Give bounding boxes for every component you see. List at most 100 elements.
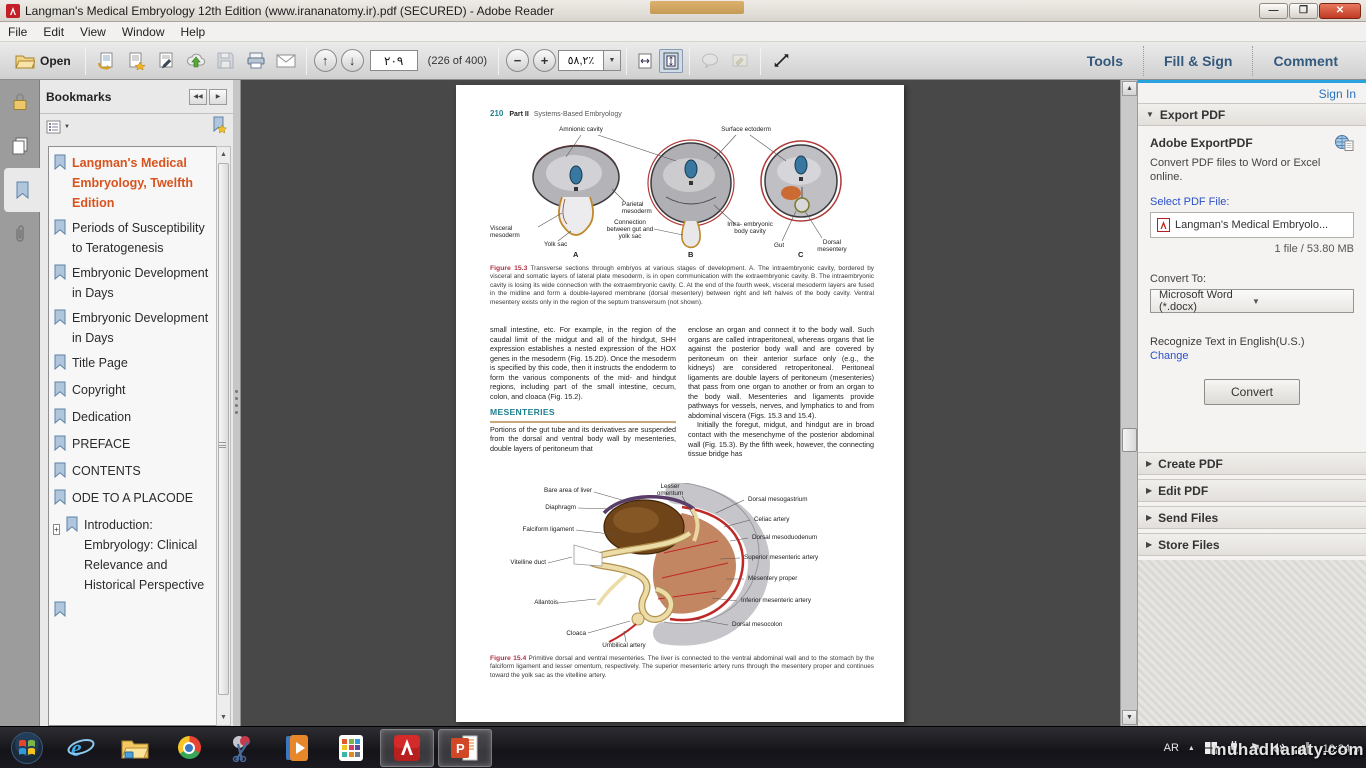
share-document-button[interactable] — [93, 48, 119, 74]
pages-panel-tab[interactable] — [0, 124, 40, 168]
scroll-up-icon[interactable]: ▲ — [217, 148, 230, 161]
bookmark-item[interactable]: Periods of Susceptibility to Teratogenes… — [53, 218, 212, 258]
folder-icon — [121, 737, 149, 759]
taskbar-powerpoint[interactable]: P — [438, 729, 492, 767]
scroll-up-icon[interactable]: ▲ — [1122, 81, 1137, 96]
fit-width-button[interactable] — [633, 49, 657, 73]
scroll-down-icon[interactable]: ▼ — [1122, 710, 1137, 725]
bookmark-label: ODE TO A PLACODE — [72, 488, 193, 510]
show-hidden-icons-button[interactable]: ▲ — [1188, 745, 1195, 752]
zoom-level-value[interactable]: ٥٨,٢٪ — [558, 50, 604, 71]
comment-bubble-button[interactable] — [697, 48, 723, 74]
convert-button[interactable]: Convert — [1204, 379, 1300, 405]
panel-letter: A — [573, 251, 578, 258]
figure-label: Umbilical artery — [590, 642, 658, 649]
next-page-button[interactable]: ↓ — [341, 49, 364, 72]
bookmarks-list: Langman's Medical Embryology, Twelfth Ed… — [48, 146, 231, 726]
highlight-button[interactable] — [727, 48, 753, 74]
open-button[interactable]: Open — [6, 50, 80, 72]
save-button[interactable] — [213, 48, 239, 74]
security-lock-tab[interactable] — [0, 80, 40, 124]
menu-view[interactable]: View — [72, 25, 114, 39]
bookmark-item[interactable]: Embryonic Development in Days — [53, 263, 212, 303]
tab-fill-sign[interactable]: Fill & Sign — [1144, 53, 1252, 69]
format-select[interactable]: Microsoft Word (*.docx) ▼ — [1150, 289, 1354, 313]
tab-tools[interactable]: Tools — [1067, 53, 1143, 69]
restore-button[interactable]: ❐ — [1289, 3, 1318, 19]
page-number-input[interactable] — [370, 50, 418, 71]
store-files-section[interactable]: ▶ Store Files — [1138, 533, 1366, 556]
tab-comment[interactable]: Comment — [1253, 53, 1358, 69]
bookmark-item[interactable]: + Introduction: Embryology: Clinical Rel… — [53, 515, 212, 595]
export-pdf-section-header[interactable]: ▼ Export PDF — [1138, 103, 1366, 126]
menu-window[interactable]: Window — [114, 25, 173, 39]
bookmark-options-button[interactable]: ▼ — [46, 120, 70, 134]
bookmarks-scrollbar[interactable]: ▲ ▼ — [216, 146, 231, 726]
section-heading: MESENTERIES — [490, 408, 676, 423]
bookmark-icon — [53, 434, 72, 456]
bookmark-label: CONTENTS — [72, 461, 141, 483]
bookmark-icon — [53, 263, 72, 303]
new-document-button[interactable] — [123, 48, 149, 74]
adobe-reader-icon — [393, 734, 421, 762]
sign-in-link[interactable]: Sign In — [1319, 87, 1356, 101]
cloud-upload-button[interactable] — [183, 48, 209, 74]
zoom-in-button[interactable]: + — [533, 49, 556, 72]
scrollbar-thumb[interactable] — [218, 163, 229, 695]
pdf-page: 210Part IISystems-Based Embryology — [456, 85, 904, 722]
powerpoint-icon: P — [450, 734, 480, 762]
taskbar-app-grid[interactable] — [324, 728, 378, 768]
expand-panel-button[interactable]: ▶ — [209, 89, 227, 105]
bookmark-item[interactable]: Embryonic Development in Days — [53, 308, 212, 348]
edit-pdf-section[interactable]: ▶ Edit PDF — [1138, 479, 1366, 502]
bookmark-item[interactable]: ODE TO A PLACODE — [53, 488, 212, 510]
attachments-panel-tab[interactable] — [0, 212, 40, 256]
taskbar-snipping-tool[interactable] — [216, 728, 270, 768]
taskbar-media-player[interactable] — [270, 728, 324, 768]
taskbar-adobe-reader[interactable] — [380, 729, 434, 767]
taskbar-windows-explorer[interactable] — [108, 728, 162, 768]
change-link[interactable]: Change — [1150, 350, 1189, 362]
pages-icon — [11, 136, 29, 156]
menu-file[interactable]: File — [0, 25, 35, 39]
document-scrollbar[interactable]: ▲ ▼ — [1120, 80, 1137, 726]
previous-page-button[interactable]: ↑ — [314, 49, 337, 72]
bookmark-item[interactable]: Copyright — [53, 380, 212, 402]
language-indicator[interactable]: AR — [1164, 742, 1179, 754]
selected-file-box[interactable]: Langman's Medical Embryolo... — [1150, 212, 1354, 238]
bookmark-item[interactable]: CONTENTS — [53, 461, 212, 483]
collapse-panel-button[interactable]: ◀◀ — [189, 89, 207, 105]
email-button[interactable] — [273, 48, 299, 74]
taskbar-internet-explorer[interactable]: e — [54, 728, 108, 768]
panel-splitter[interactable] — [233, 80, 241, 726]
menu-help[interactable]: Help — [173, 25, 214, 39]
fullscreen-button[interactable] — [768, 48, 794, 74]
bookmarks-panel-tab[interactable] — [4, 168, 40, 212]
watermark: muhadharaty.com — [1211, 740, 1364, 760]
fit-page-button[interactable] — [659, 49, 683, 73]
scroll-down-icon[interactable]: ▼ — [217, 711, 230, 724]
window-title: Langman's Medical Embryology 12th Editio… — [25, 4, 554, 18]
new-bookmark-button[interactable] — [210, 116, 227, 138]
title-bar[interactable]: Langman's Medical Embryology 12th Editio… — [0, 0, 1366, 22]
close-button[interactable]: ✕ — [1319, 3, 1361, 19]
bookmark-item[interactable]: Title Page — [53, 353, 212, 375]
send-files-section[interactable]: ▶ Send Files — [1138, 506, 1366, 529]
figure-label: Allantois — [520, 599, 558, 606]
bookmark-item[interactable]: PREFACE — [53, 434, 212, 456]
create-pdf-section[interactable]: ▶ Create PDF — [1138, 452, 1366, 475]
minimize-button[interactable]: — — [1259, 3, 1288, 19]
figure-label: Dorsal mesocolon — [732, 621, 782, 628]
scrollbar-thumb[interactable] — [1122, 428, 1137, 452]
taskbar-chrome[interactable] — [162, 728, 216, 768]
bookmark-item[interactable] — [53, 600, 212, 622]
menu-edit[interactable]: Edit — [35, 25, 72, 39]
expand-bookmark-button[interactable]: + — [53, 515, 65, 595]
bookmark-item[interactable]: Langman's Medical Embryology, Twelfth Ed… — [53, 153, 212, 213]
sign-document-button[interactable] — [153, 48, 179, 74]
zoom-out-button[interactable]: − — [506, 49, 529, 72]
start-button[interactable] — [0, 728, 54, 768]
zoom-dropdown-button[interactable]: ▼ — [604, 50, 621, 71]
print-button[interactable] — [243, 48, 269, 74]
bookmark-item[interactable]: Dedication — [53, 407, 212, 429]
